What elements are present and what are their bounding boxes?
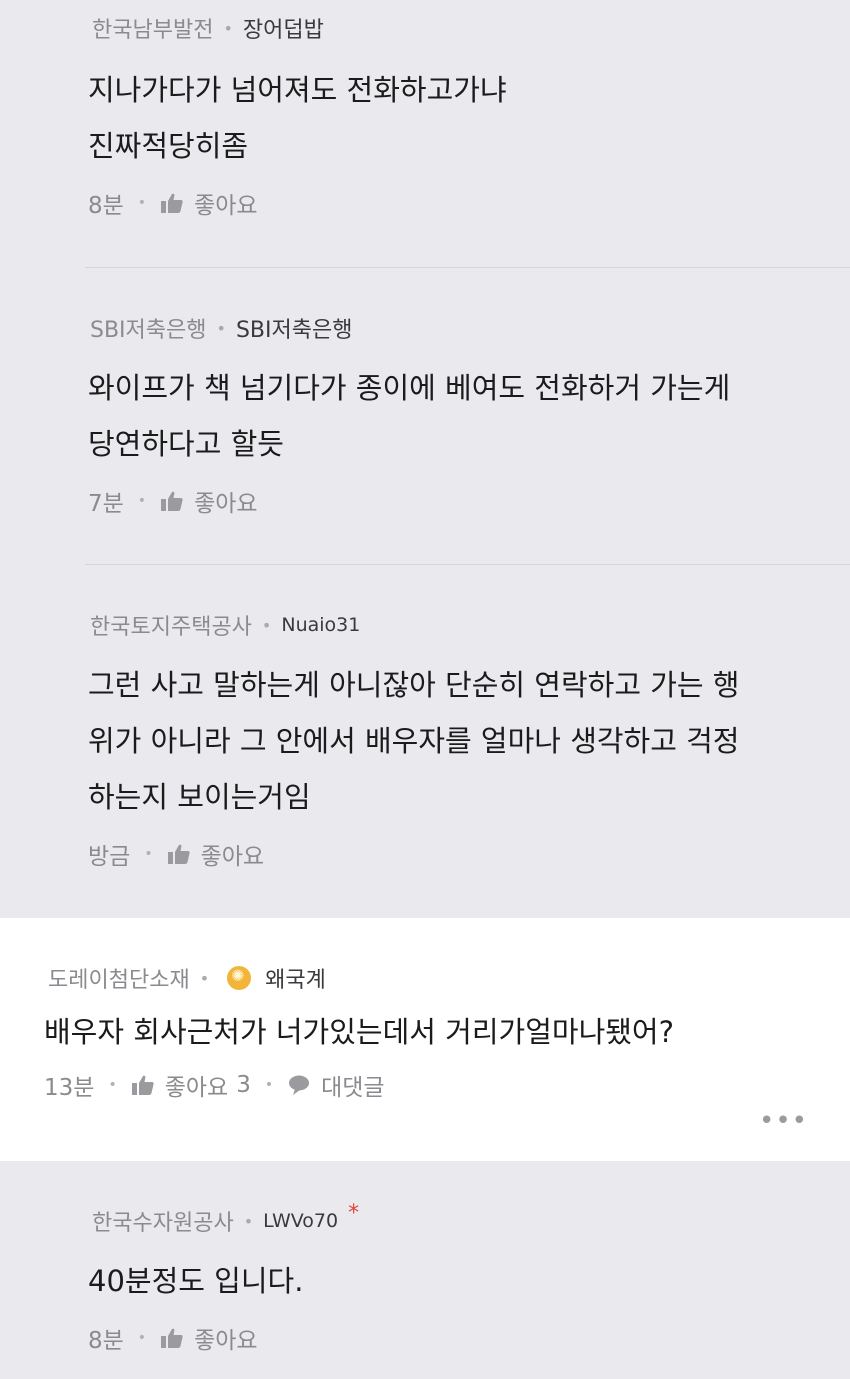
like-button[interactable]: 좋아요 3 [131,1068,251,1102]
like-button[interactable]: 좋아요 [160,1321,258,1355]
like-count: 3 [236,1072,251,1098]
comment-item: 도레이첨단소재 • 왜국계 배우자 회사근처가 너가있는데서 거리가얼마나됐어?… [0,918,850,1161]
like-button[interactable]: 좋아요 [160,186,258,220]
reply-text: 지나가다가 넘어져도 전화하고가냐 진짜적당히좀 [88,73,507,163]
more-options-button[interactable]: ••• [759,1106,808,1136]
reply-item: 한국수자원공사 • LWVo70 * 40분정도 입니다. 8분 • 좋아요 [0,1161,850,1379]
company-name[interactable]: 한국토지주택공사 [90,609,252,641]
thumbs-up-icon [161,1328,183,1348]
company-name[interactable]: 한국수자원공사 [92,1205,234,1237]
comment-text: 배우자 회사근처가 너가있는데서 거리가얼마나됐어? [44,1015,675,1049]
reply-actions: 7분 • 좋아요 [88,484,850,518]
reply-meta: 한국토지주택공사 • Nuaio31 [90,609,850,641]
nickname[interactable]: LWVo70 [263,1210,338,1232]
speech-bubble-icon [289,1075,310,1095]
reply-text: 40분정도 입니다. [88,1264,304,1298]
comment-actions: 13분 • 좋아요 3 • 대댓글 [44,1068,850,1102]
thumbs-up-icon [167,844,190,864]
timestamp: 7분 [88,491,124,517]
nickname[interactable]: Nuaio31 [281,614,360,636]
reply-text: 그런 사고 말하는게 아니잖아 단순히 연락하고 가는 행 위가 아니라 그 안… [88,668,740,814]
like-button[interactable]: 좋아요 [160,484,258,518]
nickname[interactable]: SBI저축은행 [236,312,353,344]
reply-actions: 방금 • 좋아요 [88,837,850,871]
reply-text: 와이프가 책 넘기다가 종이에 베여도 전화하거 가는게 당연하다고 할듯 [88,371,731,461]
reply-item: 한국남부발전 • 장어덥밥 지나가다가 넘어져도 전화하고가냐 진짜적당히좀 8… [0,0,850,268]
reply-meta: 한국수자원공사 • LWVo70 * [92,1200,360,1237]
thumbs-up-icon [161,491,183,511]
timestamp: 13분 [44,1075,95,1101]
timestamp: 8분 [88,1328,124,1354]
reply-item: 한국토지주택공사 • Nuaio31 그런 사고 말하는게 아니잖아 단순히 연… [0,565,850,918]
reply-item: SBI저축은행 • SBI저축은행 와이프가 책 넘기다가 종이에 베여도 전화… [0,268,850,564]
company-name[interactable]: SBI저축은행 [90,312,207,344]
thumbs-up-icon [131,1075,154,1095]
reply-meta: 한국남부발전 • 장어덥밥 [92,12,850,44]
reply-actions: 8분 • 좋아요 [88,186,850,220]
reply-button[interactable]: 대댓글 [287,1068,385,1102]
author-star: * [348,1200,360,1226]
company-badge-icon [227,966,252,990]
timestamp: 8분 [88,193,124,219]
reply-actions: 8분 • 좋아요 [88,1321,850,1355]
nickname[interactable]: 왜국계 [265,962,326,994]
timestamp: 방금 [88,844,131,870]
reply-meta: SBI저축은행 • SBI저축은행 [90,312,850,344]
comment-meta: 도레이첨단소재 • 왜국계 [48,962,850,994]
thumbs-up-icon [161,193,183,213]
company-name[interactable]: 한국남부발전 [92,12,213,44]
like-button[interactable]: 좋아요 [167,837,264,871]
nickname[interactable]: 장어덥밥 [243,12,324,44]
company-name[interactable]: 도레이첨단소재 [48,962,190,994]
